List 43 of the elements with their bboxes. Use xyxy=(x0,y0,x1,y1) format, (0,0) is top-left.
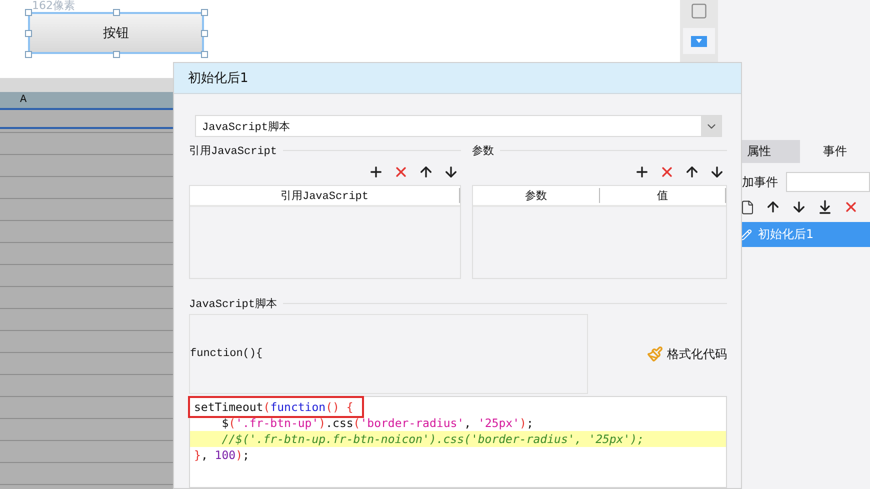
type-select[interactable]: JavaScript脚本 xyxy=(195,115,722,137)
add-event-label: 加事件 xyxy=(742,174,778,190)
section-title: 引用JavaScript xyxy=(189,144,278,158)
event-field[interactable] xyxy=(786,172,870,192)
resize-handle[interactable] xyxy=(113,9,120,16)
add-icon[interactable] xyxy=(368,164,384,180)
column-header: 参数 xyxy=(524,189,547,203)
move-down-icon[interactable] xyxy=(709,164,725,180)
column-header: 引用JavaScript xyxy=(280,189,368,203)
move-up-icon[interactable] xyxy=(765,199,781,215)
add-icon[interactable] xyxy=(634,164,650,180)
code-editor[interactable]: setTimeout(function() { $('.fr-btn-up').css('border-radius', '25px'); //$('.fr-btn-up.fr-btn-noicon').css('border-radius', '25px'); }, 100); xyxy=(189,396,727,488)
code-line: $('.fr-btn-up').css('border-radius', '25px'); xyxy=(220,415,534,431)
dropdown-button[interactable] xyxy=(683,28,715,54)
delete-icon[interactable] xyxy=(843,199,859,215)
function-header: function(){ xyxy=(190,348,263,360)
frame-icon[interactable] xyxy=(690,2,708,20)
code-line: }, 100); xyxy=(193,447,250,463)
column-header: 值 xyxy=(656,189,668,203)
section-title: 参数 xyxy=(472,144,494,158)
section-title: JavaScript脚本 xyxy=(189,297,278,310)
format-code-button[interactable]: 格式化代码 xyxy=(647,346,727,362)
widget-button[interactable]: 按钮 xyxy=(28,12,204,54)
code-line: setTimeout(function() { xyxy=(190,399,726,415)
resize-handle[interactable] xyxy=(25,51,32,58)
resize-handle[interactable] xyxy=(25,30,32,37)
delete-icon[interactable] xyxy=(393,164,409,180)
size-label: 162像素 xyxy=(32,0,76,12)
move-up-icon[interactable] xyxy=(684,164,700,180)
move-up-icon[interactable] xyxy=(418,164,434,180)
resize-handle[interactable] xyxy=(25,9,32,16)
resize-handle[interactable] xyxy=(201,51,208,58)
resize-handle[interactable] xyxy=(113,51,120,58)
resize-handle[interactable] xyxy=(201,9,208,16)
resize-handle[interactable] xyxy=(201,30,208,37)
brush-icon xyxy=(647,346,663,362)
move-bottom-icon[interactable] xyxy=(817,199,833,215)
move-down-icon[interactable] xyxy=(791,199,807,215)
event-label: 初始化后1 xyxy=(758,226,814,243)
move-down-icon[interactable] xyxy=(443,164,459,180)
delete-icon[interactable] xyxy=(659,164,675,180)
file-icon[interactable] xyxy=(740,200,755,214)
dialog-title: 初始化后1 xyxy=(174,63,741,94)
